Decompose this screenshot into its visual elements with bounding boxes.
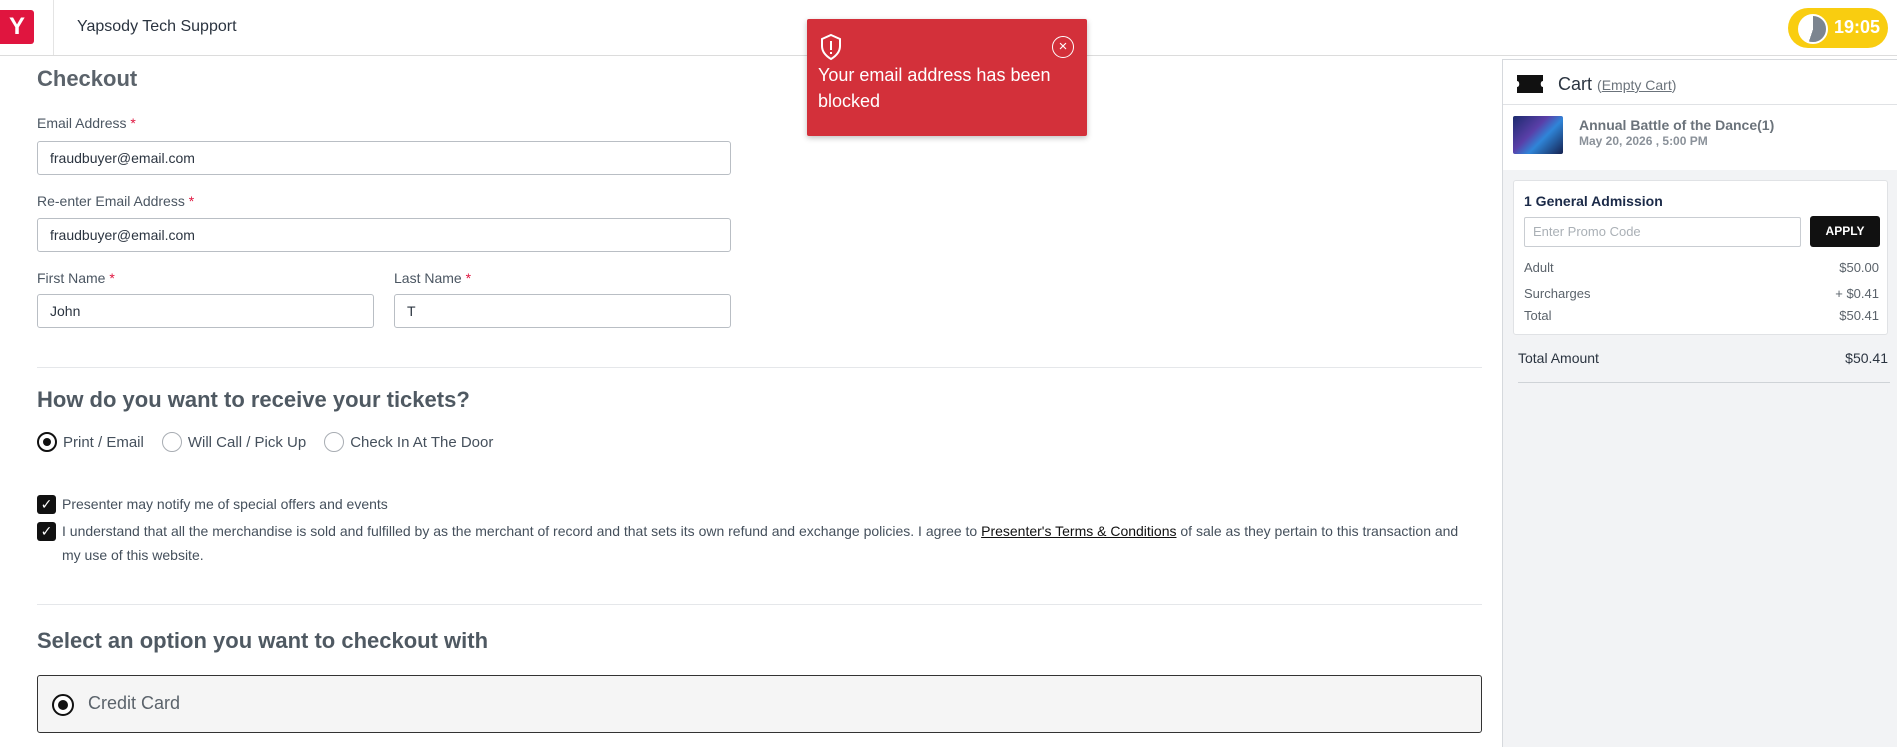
event-name: Annual Battle of the Dance(1) <box>1579 117 1775 133</box>
total-label: Total <box>1524 308 1552 323</box>
delivery-option-will-call[interactable]: Will Call / Pick Up <box>161 432 307 452</box>
shield-warning-icon <box>821 33 841 61</box>
email-label-text: Email Address <box>37 115 127 131</box>
section-divider <box>37 367 1482 368</box>
required-mark: * <box>130 115 136 131</box>
promo-code-input[interactable]: Enter Promo Code <box>1524 217 1801 247</box>
cart-header: Cart (Empty Cart) <box>1503 60 1897 105</box>
radio-unselected-icon[interactable] <box>161 432 182 452</box>
radio-selected-icon[interactable] <box>52 694 74 716</box>
event-thumbnail <box>1513 116 1563 154</box>
email-field[interactable]: fraudbuyer@email.com <box>37 141 731 175</box>
terms-conditions-link[interactable]: Presenter's Terms & Conditions <box>981 523 1176 539</box>
total-amount-row: Total Amount $50.41 <box>1518 350 1888 366</box>
header-divider <box>53 0 54 55</box>
cart-title-text: Cart <box>1558 74 1593 94</box>
adult-label: Adult <box>1524 260 1554 275</box>
payment-option-credit-card[interactable]: Credit Card <box>37 675 1482 733</box>
terms-checkbox[interactable]: ✓ <box>37 522 56 541</box>
delivery-option-label: Print / Email <box>63 433 144 451</box>
apply-button[interactable]: APPLY <box>1810 216 1880 247</box>
radio-unselected-icon[interactable] <box>324 432 345 452</box>
notify-checkbox[interactable]: ✓ <box>37 495 56 514</box>
payment-title: Select an option you want to checkout wi… <box>37 628 489 653</box>
payment-option-label: Credit Card <box>88 693 181 713</box>
section-divider <box>37 604 1482 605</box>
required-mark: * <box>109 270 115 286</box>
total-line: Total $50.41 <box>1524 308 1879 323</box>
checkout-form: Checkout Email Address * fraudbuyer@emai… <box>0 56 1500 747</box>
page-title: Checkout <box>37 66 138 91</box>
timer-text: 19:05 <box>1834 17 1881 37</box>
error-alert: × Your email address has been blocked <box>807 19 1087 136</box>
alert-message: Your email address has been blocked <box>818 65 1051 111</box>
ticket-title: 1 General Admission <box>1524 193 1663 209</box>
timer-pie-icon <box>1798 14 1828 44</box>
delivery-title: How do you want to receive your tickets? <box>37 387 470 412</box>
surcharges-line: Surcharges + $0.41 <box>1524 286 1879 301</box>
last-name-label-text: Last Name <box>394 270 462 286</box>
first-name-label-text: First Name <box>37 270 106 286</box>
total-divider <box>1518 382 1890 383</box>
reemail-label-text: Re-enter Email Address <box>37 193 185 209</box>
total-value: $50.41 <box>1839 308 1879 323</box>
organization-name: Yapsody Tech Support <box>77 18 237 35</box>
adult-line: Adult $50.00 <box>1524 260 1879 275</box>
total-amount-value: $50.41 <box>1845 350 1888 366</box>
delivery-option-label: Check In At The Door <box>350 433 494 451</box>
delivery-option-label: Will Call / Pick Up <box>187 433 307 451</box>
empty-cart-link[interactable]: Empty Cart <box>1602 77 1672 93</box>
surcharges-value: + $0.41 <box>1835 286 1879 301</box>
empty-cart-wrapper: (Empty Cart) <box>1597 77 1677 93</box>
event-date: May 20, 2026 , 5:00 PM <box>1579 134 1708 148</box>
required-mark: * <box>188 193 195 209</box>
ticket-card: 1 General Admission Enter Promo Code APP… <box>1513 180 1888 335</box>
required-mark: * <box>465 270 472 286</box>
reemail-label: Re-enter Email Address * <box>37 193 194 209</box>
cart-event-row: Annual Battle of the Dance(1) May 20, 20… <box>1503 105 1897 170</box>
total-amount-label: Total Amount <box>1518 350 1599 366</box>
delivery-options: Print / Email Will Call / Pick Up Check … <box>37 432 511 452</box>
first-name-label: First Name * <box>37 270 115 286</box>
cart-title: Cart (Empty Cart) <box>1558 74 1676 95</box>
delivery-option-print-email[interactable]: Print / Email <box>37 432 144 452</box>
surcharges-label: Surcharges <box>1524 286 1591 301</box>
radio-selected-icon[interactable] <box>37 432 57 452</box>
first-name-field[interactable]: John <box>37 294 374 328</box>
terms-text: I understand that all the merchandise is… <box>62 519 1462 567</box>
ticket-icon <box>1517 75 1543 93</box>
last-name-field[interactable]: T <box>394 294 731 328</box>
email-label: Email Address * <box>37 115 136 131</box>
notify-text: Presenter may notify me of special offer… <box>62 496 388 512</box>
terms-prefix: I understand that all the merchandise is… <box>62 523 982 539</box>
yapsody-logo[interactable]: Y <box>0 10 34 44</box>
last-name-label: Last Name * <box>394 270 471 286</box>
close-icon[interactable]: × <box>1052 36 1074 58</box>
reemail-field[interactable]: fraudbuyer@email.com <box>37 218 731 252</box>
session-timer: 19:05 <box>1788 8 1888 48</box>
delivery-option-check-in[interactable]: Check In At The Door <box>324 432 493 452</box>
adult-value: $50.00 <box>1839 260 1879 275</box>
cart-panel: Cart (Empty Cart) Annual Battle of the D… <box>1502 59 1897 747</box>
